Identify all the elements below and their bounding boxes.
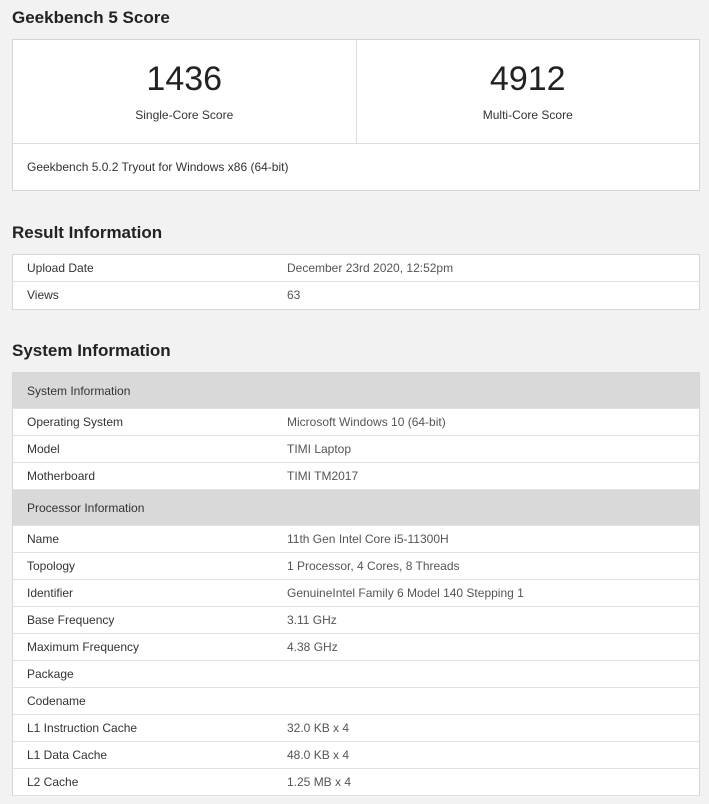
multi-core-value: 4912 xyxy=(489,60,566,98)
row-key: Upload Date xyxy=(27,261,94,275)
table-row: Views 63 xyxy=(13,282,699,309)
single-core-score: 1436 Single-Core Score xyxy=(13,40,356,143)
row-key: Topology xyxy=(27,559,76,573)
row-value: 32.0 KB x 4 xyxy=(287,721,350,735)
group-header-system: System Information xyxy=(13,373,699,409)
table-row: Topology 1 Processor, 4 Cores, 8 Threads xyxy=(13,553,699,580)
row-value: 4.38 GHz xyxy=(287,640,338,654)
row-value: 11th Gen Intel Core i5-11300H xyxy=(287,532,449,546)
row-key: Views xyxy=(27,288,59,302)
row-value: 48.0 KB x 4 xyxy=(287,748,350,762)
row-value xyxy=(287,688,699,714)
row-key: Operating System xyxy=(27,415,124,429)
table-row: L1 Data Cache 48.0 KB x 4 xyxy=(13,742,699,769)
table-row: Codename xyxy=(13,688,699,715)
score-section-title: Geekbench 5 Score xyxy=(12,8,170,27)
table-row: Operating System Microsoft Windows 10 (6… xyxy=(13,409,699,436)
row-value: 1 Processor, 4 Cores, 8 Threads xyxy=(287,559,460,573)
row-key: Identifier xyxy=(27,586,74,600)
row-key: L1 Data Cache xyxy=(27,748,108,762)
table-row: Model TIMI Laptop xyxy=(13,436,699,463)
system-section-title: System Information xyxy=(12,341,171,360)
row-value: Microsoft Windows 10 (64-bit) xyxy=(287,415,446,429)
table-row: Upload Date December 23rd 2020, 12:52pm xyxy=(13,255,699,282)
row-key: L2 Cache xyxy=(27,775,79,789)
score-row: 1436 Single-Core Score 4912 Multi-Core S… xyxy=(13,40,699,144)
table-row: Identifier GenuineIntel Family 6 Model 1… xyxy=(13,580,699,607)
row-key: Package xyxy=(27,667,74,681)
row-key: Motherboard xyxy=(27,469,96,483)
table-row: L1 Instruction Cache 32.0 KB x 4 xyxy=(13,715,699,742)
result-section-title: Result Information xyxy=(12,223,163,242)
row-value: TIMI Laptop xyxy=(287,442,352,456)
multi-core-label: Multi-Core Score xyxy=(482,108,573,122)
row-value: TIMI TM2017 xyxy=(287,469,359,483)
row-value: 3.11 GHz xyxy=(287,613,337,627)
multi-core-score: 4912 Multi-Core Score xyxy=(355,40,700,143)
row-value: 1.25 MB x 4 xyxy=(287,775,352,789)
single-core-label: Single-Core Score xyxy=(135,108,234,122)
row-key: Maximum Frequency xyxy=(27,640,140,654)
table-row: Package xyxy=(13,661,699,688)
row-value xyxy=(287,661,699,687)
table-row: Name 11th Gen Intel Core i5-11300H xyxy=(13,526,699,553)
system-table: System Information Operating System Micr… xyxy=(12,372,700,796)
table-row: Motherboard TIMI TM2017 xyxy=(13,463,699,490)
row-value: 63 xyxy=(287,288,301,302)
score-card: 1436 Single-Core Score 4912 Multi-Core S… xyxy=(12,39,700,191)
row-value: December 23rd 2020, 12:52pm xyxy=(287,261,454,275)
row-key: Base Frequency xyxy=(27,613,115,627)
table-row: Maximum Frequency 4.38 GHz xyxy=(13,634,699,661)
row-key: Model xyxy=(27,442,60,456)
single-core-value: 1436 xyxy=(146,60,223,98)
table-row: L2 Cache 1.25 MB x 4 xyxy=(13,769,699,796)
row-key: L1 Instruction Cache xyxy=(27,721,138,735)
result-table: Upload Date December 23rd 2020, 12:52pm … xyxy=(12,254,700,310)
row-key: Codename xyxy=(27,694,86,708)
row-value: GenuineIntel Family 6 Model 140 Stepping… xyxy=(287,586,524,600)
version-info: Geekbench 5.0.2 Tryout for Windows x86 (… xyxy=(27,160,289,174)
table-row: Base Frequency 3.11 GHz xyxy=(13,607,699,634)
group-header-processor: Processor Information xyxy=(13,490,699,526)
row-key: Name xyxy=(27,532,60,546)
page: Geekbench 5 Score 1436 Single-Core Score… xyxy=(0,0,709,804)
